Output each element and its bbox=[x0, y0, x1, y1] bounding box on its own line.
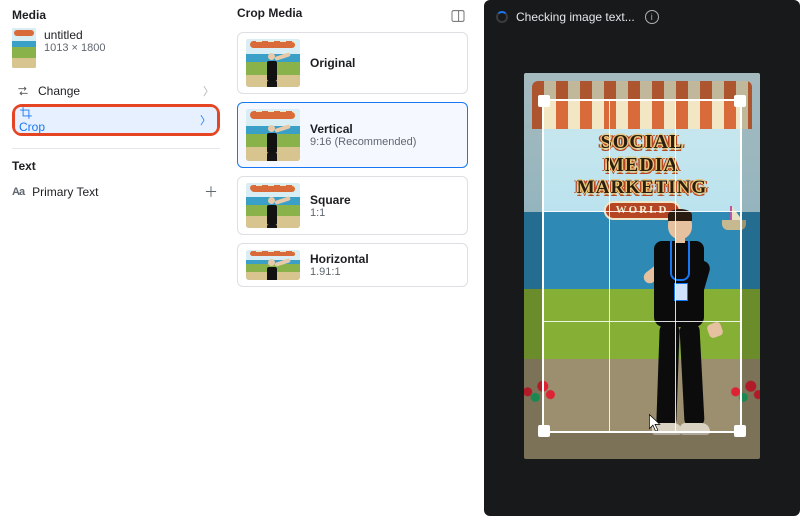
crop-option-title: Horizontal bbox=[310, 252, 369, 266]
chevron-right-icon: 〉 bbox=[203, 83, 214, 99]
crop-row-highlight: Crop 〉 bbox=[12, 104, 220, 136]
crop-media-panel: Crop Media Original Vertical9:16 (Recomm… bbox=[230, 0, 478, 516]
divider bbox=[12, 148, 220, 149]
crop-option-original[interactable]: Original bbox=[237, 32, 468, 94]
crop-option-thumb bbox=[246, 39, 300, 87]
crop-option-title: Square bbox=[310, 193, 351, 207]
crop-frame[interactable] bbox=[542, 99, 742, 433]
crop-option-square[interactable]: Square1:1 bbox=[237, 176, 468, 235]
crop-handle-tl[interactable] bbox=[538, 95, 550, 107]
media-panel: Media untitled 1013 × 1800 Change 〉 bbox=[0, 0, 230, 516]
crop-media-header: Crop Media bbox=[237, 6, 302, 20]
crop-label: Crop bbox=[19, 120, 45, 134]
preview-stage: SOCIAL MEDIA MARKETING WORLD bbox=[484, 32, 800, 516]
crop-row[interactable]: Crop 〉 bbox=[15, 107, 217, 133]
crop-option-horizontal[interactable]: Horizontal1.91:1 bbox=[237, 243, 468, 287]
crop-option-thumb bbox=[246, 250, 300, 280]
crop-handle-tr[interactable] bbox=[734, 95, 746, 107]
crop-option-sub: 1:1 bbox=[310, 207, 351, 219]
preview-image[interactable]: SOCIAL MEDIA MARKETING WORLD bbox=[524, 73, 760, 459]
swap-icon bbox=[16, 84, 30, 98]
media-file-dimensions: 1013 × 1800 bbox=[44, 42, 105, 54]
crop-option-title: Original bbox=[310, 56, 355, 70]
info-icon[interactable]: i bbox=[645, 10, 659, 24]
app-root: Media untitled 1013 × 1800 Change 〉 bbox=[0, 0, 800, 516]
primary-text-label: Primary Text bbox=[32, 185, 98, 199]
crop-option-title: Vertical bbox=[310, 122, 416, 136]
text-header: Text bbox=[12, 159, 220, 173]
chevron-right-icon: 〉 bbox=[200, 112, 211, 128]
crop-option-sub: 1.91:1 bbox=[310, 266, 369, 278]
crop-handle-bl[interactable] bbox=[538, 425, 550, 437]
crop-handle-br[interactable] bbox=[734, 425, 746, 437]
add-primary-text-button[interactable]: ＋ bbox=[202, 183, 220, 201]
status-text: Checking image text... bbox=[516, 10, 635, 24]
crop-option-sub: 9:16 (Recommended) bbox=[310, 136, 416, 148]
text-icon: Aa bbox=[12, 186, 24, 198]
media-file-row[interactable]: untitled 1013 × 1800 bbox=[12, 28, 220, 68]
crop-icon bbox=[19, 106, 33, 120]
crop-option-thumb bbox=[246, 109, 300, 161]
change-label: Change bbox=[38, 84, 80, 98]
collapse-panel-button[interactable] bbox=[448, 6, 468, 26]
preview-panel: Checking image text... i SOCIAL MEDIA MA… bbox=[484, 0, 800, 516]
crop-option-vertical[interactable]: Vertical9:16 (Recommended) bbox=[237, 102, 468, 168]
spinner-icon bbox=[496, 11, 508, 23]
media-file-info: untitled 1013 × 1800 bbox=[44, 28, 105, 54]
crop-option-thumb bbox=[246, 183, 300, 228]
media-header: Media bbox=[12, 8, 220, 22]
primary-text-row[interactable]: Aa Primary Text ＋ bbox=[12, 179, 220, 205]
status-bar: Checking image text... i bbox=[484, 0, 800, 32]
change-row[interactable]: Change 〉 bbox=[12, 78, 220, 104]
media-file-title: untitled bbox=[44, 28, 105, 42]
media-thumbnail bbox=[12, 28, 36, 68]
